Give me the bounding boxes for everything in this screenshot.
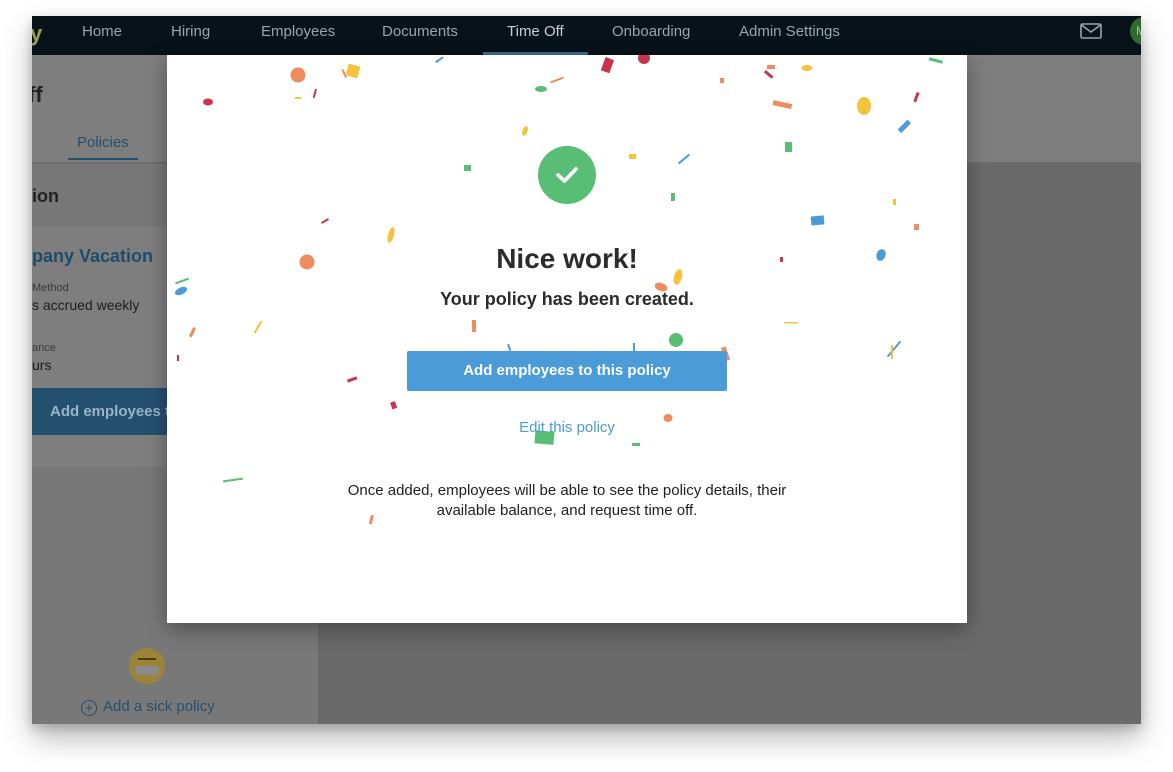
nav-hiring[interactable]: Hiring [171, 16, 210, 55]
nav-employees[interactable]: Employees [261, 16, 335, 55]
mail-icon[interactable] [1080, 23, 1102, 39]
modal-title: Nice work! [496, 243, 638, 274]
add-employees-button[interactable]: Add employees to this policy [407, 351, 727, 391]
accrual-method-label: Method [32, 282, 69, 294]
nav-onboarding[interactable]: Onboarding [612, 16, 690, 55]
tab-policies[interactable]: Policies [77, 134, 129, 151]
balance-value: urs [32, 357, 52, 373]
check-circle-icon [538, 146, 596, 204]
modal-note: Once added, employees will be able to se… [347, 482, 787, 519]
app-window: y Home Hiring Employees Documents Time O… [32, 16, 1141, 724]
balance-label: ance [32, 342, 56, 354]
page-title: ff [32, 82, 43, 107]
edit-policy-link[interactable]: Edit this policy [167, 419, 967, 436]
avatar[interactable]: M [1130, 17, 1141, 45]
nav-home[interactable]: Home [82, 16, 122, 55]
sick-face-icon [129, 648, 165, 684]
policy-name[interactable]: pany Vacation [32, 246, 153, 267]
add-sick-policy-link[interactable]: + Add a sick policy [81, 698, 215, 716]
tab-active-indicator [68, 158, 138, 160]
brand-logo[interactable]: y [32, 21, 42, 47]
nav-time-off[interactable]: Time Off [483, 16, 588, 55]
top-nav: y Home Hiring Employees Documents Time O… [32, 16, 1141, 55]
section-title: ion [32, 186, 59, 206]
success-modal: Nice work! Your policy has been created.… [167, 55, 967, 623]
nav-admin-settings[interactable]: Admin Settings [739, 16, 840, 55]
nav-documents[interactable]: Documents [382, 16, 458, 55]
accrual-method-value: s accrued weekly [32, 297, 140, 313]
plus-circle-icon: + [81, 700, 97, 716]
add-sick-policy-label: Add a sick policy [103, 698, 215, 715]
confetti-decoration [174, 55, 944, 525]
modal-subtitle: Your policy has been created. [440, 289, 694, 309]
